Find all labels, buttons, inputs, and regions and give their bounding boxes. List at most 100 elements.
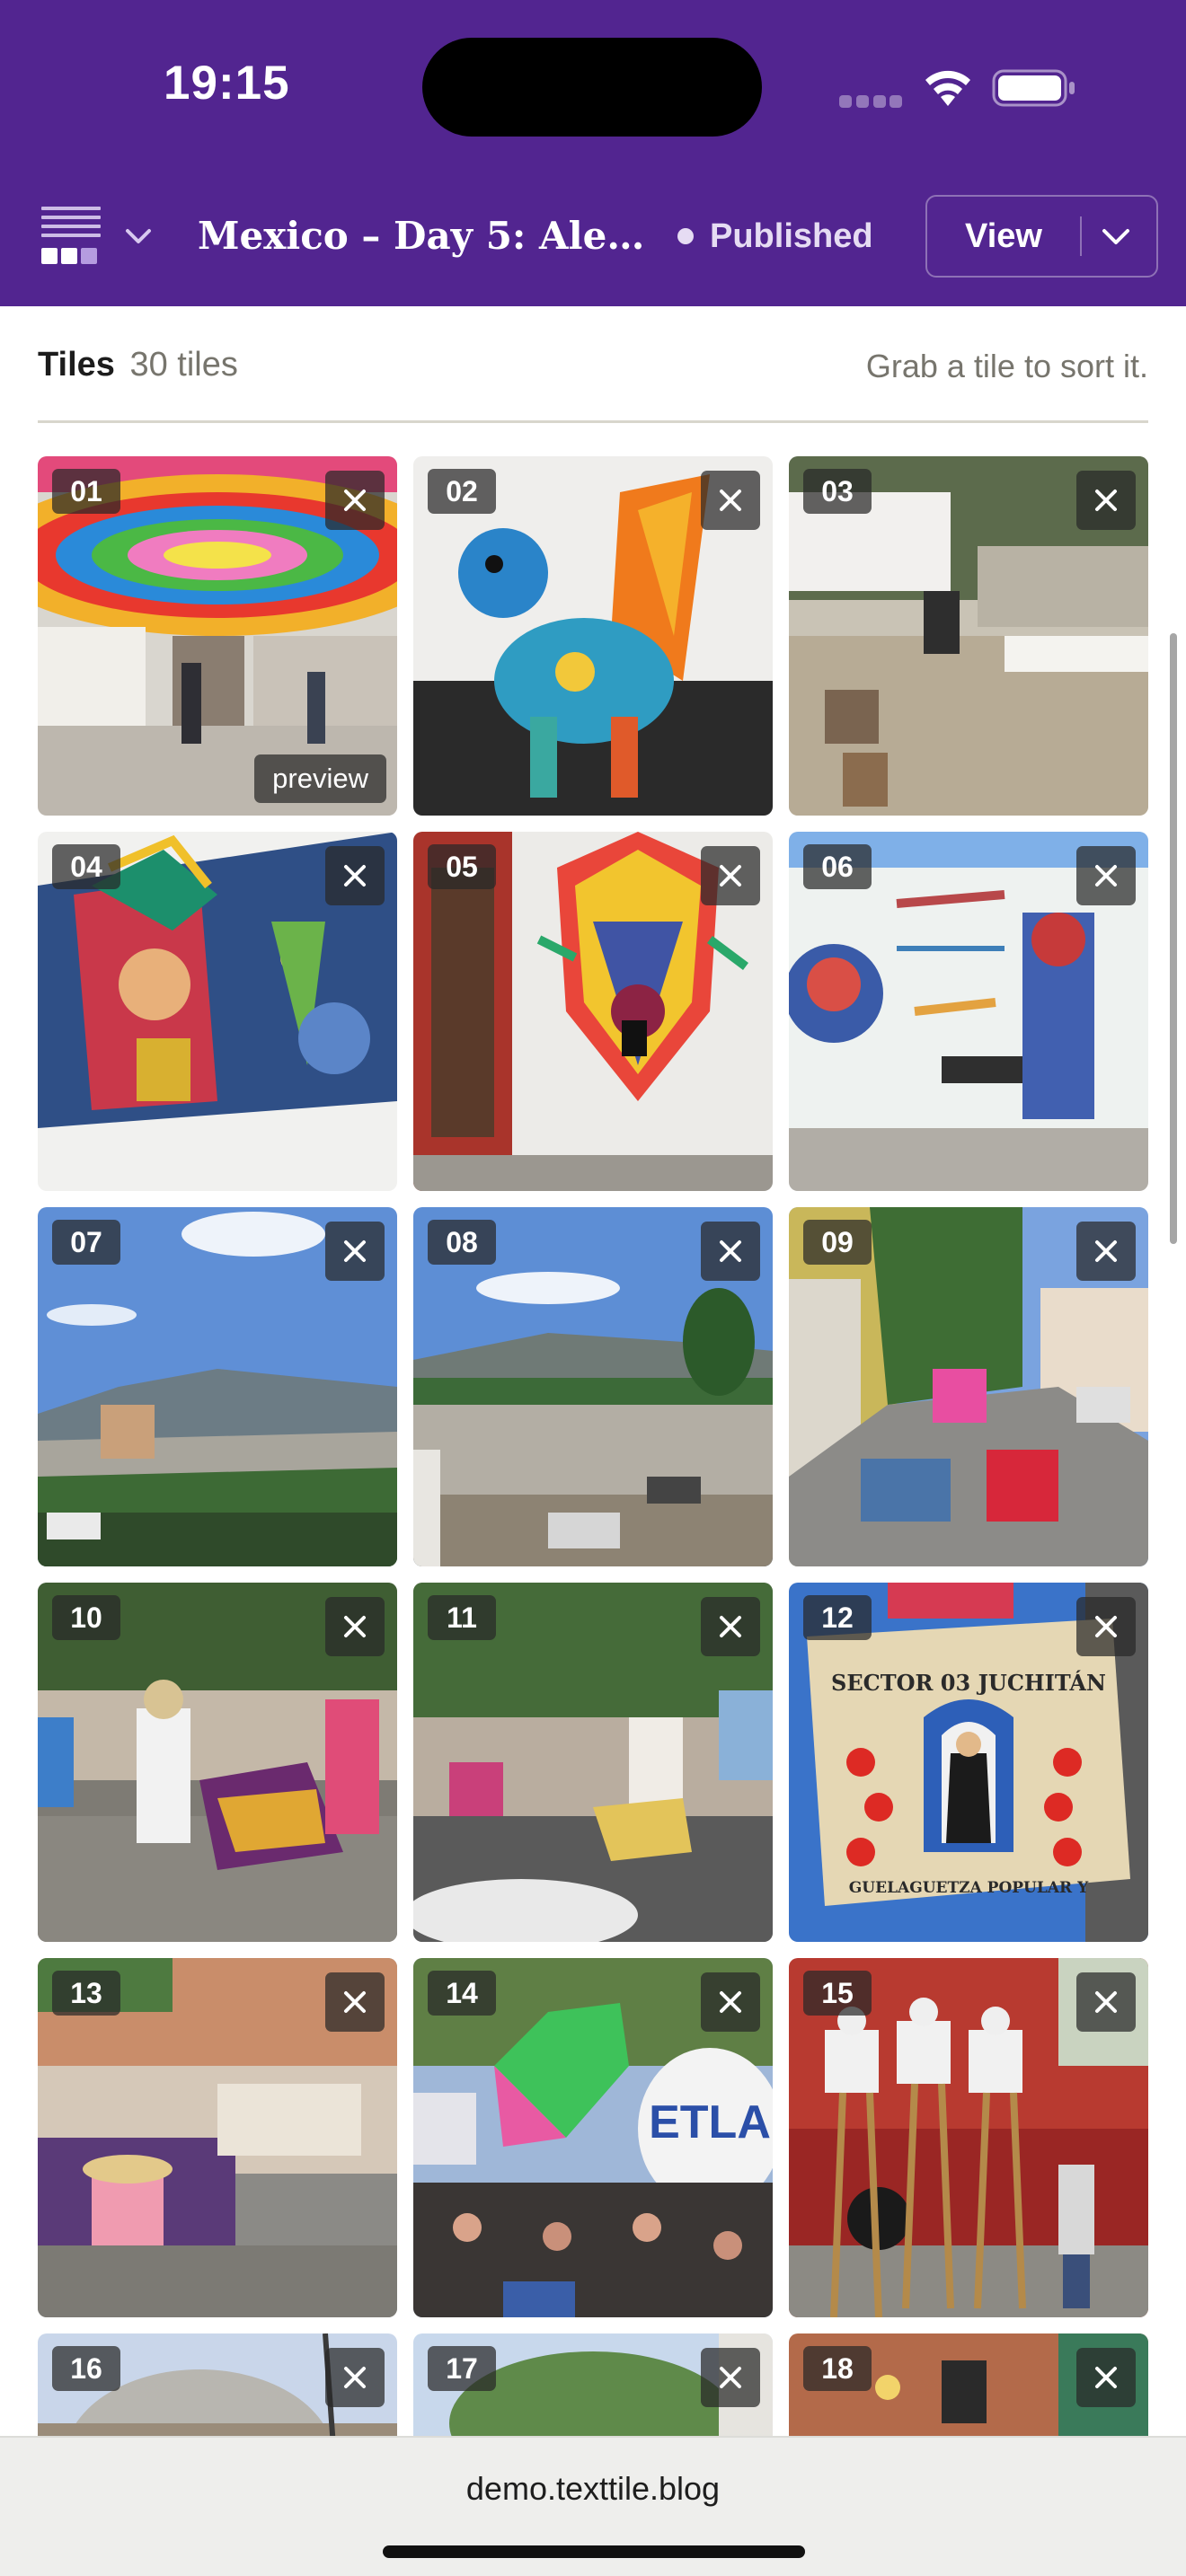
tile-number: 17: [428, 2346, 496, 2391]
close-icon: [720, 1616, 741, 1637]
svg-text:SECTOR 03 JUCHITÁN: SECTOR 03 JUCHITÁN: [831, 1670, 1106, 1696]
remove-tile-button[interactable]: [701, 1597, 760, 1656]
tile-number: 11: [428, 1595, 496, 1640]
app-header: 19:15 Mexico – Day 5: Alebrij: [0, 0, 1186, 306]
remove-tile-button[interactable]: [325, 1597, 385, 1656]
remove-tile-button[interactable]: [1076, 1222, 1136, 1281]
close-icon: [344, 1991, 366, 2013]
remove-tile-button[interactable]: [1076, 1597, 1136, 1656]
tile-number: 10: [52, 1595, 120, 1640]
close-icon: [1095, 2367, 1117, 2388]
tile-number: 13: [52, 1971, 120, 2016]
preview-badge: preview: [254, 754, 386, 803]
tile[interactable]: 06: [789, 832, 1148, 1191]
close-icon: [1095, 1616, 1117, 1637]
tiles-title: Tiles 30 tiles: [38, 346, 238, 384]
tile[interactable]: 02: [413, 456, 773, 816]
tile[interactable]: 08: [413, 1207, 773, 1566]
tile[interactable]: ETLA 14: [413, 1958, 773, 2317]
close-icon: [720, 865, 741, 887]
remove-tile-button[interactable]: [1076, 1972, 1136, 2032]
close-icon: [720, 1991, 741, 2013]
remove-tile-button[interactable]: [325, 1972, 385, 2032]
view-button-group: View: [925, 195, 1158, 278]
close-icon: [344, 2367, 366, 2388]
status-time: 19:15: [164, 57, 290, 110]
remove-tile-button[interactable]: [701, 471, 760, 530]
tile-number: 09: [803, 1220, 872, 1265]
close-icon: [1095, 1240, 1117, 1262]
browser-url-bar[interactable]: demo.texttile.blog: [0, 2436, 1186, 2576]
remove-tile-button[interactable]: [701, 2348, 760, 2407]
tile[interactable]: 01 preview: [38, 456, 397, 816]
remove-tile-button[interactable]: [701, 1972, 760, 2032]
tile-number: 06: [803, 844, 872, 889]
app-logo-icon[interactable]: [41, 207, 101, 266]
remove-tile-button[interactable]: [701, 846, 760, 905]
status-label: Published: [710, 216, 873, 255]
tile-number: 16: [52, 2346, 120, 2391]
tile[interactable]: SECTOR 03 JUCHITÁN GUELAGUETZA POPULAR Y…: [789, 1583, 1148, 1942]
status-dot: [677, 228, 694, 244]
scrollbar[interactable]: [1170, 633, 1177, 1244]
close-icon: [720, 2367, 741, 2388]
view-button[interactable]: View: [927, 197, 1080, 276]
wifi-icon: [925, 70, 970, 106]
view-separator: [1080, 216, 1082, 256]
remove-tile-button[interactable]: [325, 846, 385, 905]
tile-number: 15: [803, 1971, 872, 2016]
signal-dots-icon: [839, 95, 902, 108]
remove-tile-button[interactable]: [325, 2348, 385, 2407]
close-icon: [1095, 1991, 1117, 2013]
tile-number: 08: [428, 1220, 496, 1265]
tile[interactable]: 09: [789, 1207, 1148, 1566]
view-options-chevron-icon[interactable]: [1100, 225, 1132, 247]
close-icon: [1095, 490, 1117, 511]
tile-number: 01: [52, 469, 120, 514]
remove-tile-button[interactable]: [325, 471, 385, 530]
sort-hint: Grab a tile to sort it.: [865, 348, 1148, 384]
url-text[interactable]: demo.texttile.blog: [0, 2470, 1186, 2508]
tile-number: 12: [803, 1595, 872, 1640]
tile-number: 02: [428, 469, 496, 514]
tile-number: 03: [803, 469, 872, 514]
close-icon: [344, 865, 366, 887]
tile[interactable]: 13: [38, 1958, 397, 2317]
remove-tile-button[interactable]: [701, 1222, 760, 1281]
tiles-count: 30 tiles: [129, 346, 238, 384]
tile-number: 04: [52, 844, 120, 889]
publish-status: Published: [677, 207, 873, 266]
menu-chevron-down-icon[interactable]: [124, 226, 153, 246]
close-icon: [344, 490, 366, 511]
svg-text:GUELAGUETZA POPULAR Y: GUELAGUETZA POPULAR Y: [849, 1879, 1089, 1897]
close-icon: [344, 1240, 366, 1262]
status-bar: 19:15: [0, 0, 1186, 180]
tile-number: 05: [428, 844, 496, 889]
tile[interactable]: 03: [789, 456, 1148, 816]
tile[interactable]: 07: [38, 1207, 397, 1566]
remove-tile-button[interactable]: [1076, 2348, 1136, 2407]
remove-tile-button[interactable]: [325, 1222, 385, 1281]
tiles-label: Tiles: [38, 346, 115, 384]
editor-toolbar: Mexico – Day 5: Alebrijes Published View: [0, 180, 1186, 306]
close-icon: [720, 490, 741, 511]
dynamic-island: [422, 38, 762, 137]
close-icon: [344, 1616, 366, 1637]
tiles-header: Tiles 30 tiles Grab a tile to sort it.: [38, 306, 1148, 423]
remove-tile-button[interactable]: [1076, 846, 1136, 905]
tile-number: 07: [52, 1220, 120, 1265]
tile[interactable]: 05: [413, 832, 773, 1191]
svg-text:ETLA: ETLA: [649, 2096, 771, 2148]
tile[interactable]: 04: [38, 832, 397, 1191]
tile[interactable]: 10: [38, 1583, 397, 1942]
close-icon: [1095, 865, 1117, 887]
tile[interactable]: 15: [789, 1958, 1148, 2317]
post-title[interactable]: Mexico – Day 5: Alebrijes: [198, 207, 658, 266]
tile-number: 18: [803, 2346, 872, 2391]
tile[interactable]: 11: [413, 1583, 773, 1942]
close-icon: [720, 1240, 741, 1262]
battery-icon: [992, 69, 1075, 107]
tile-number: 14: [428, 1971, 496, 2016]
remove-tile-button[interactable]: [1076, 471, 1136, 530]
home-indicator[interactable]: [383, 2545, 805, 2558]
